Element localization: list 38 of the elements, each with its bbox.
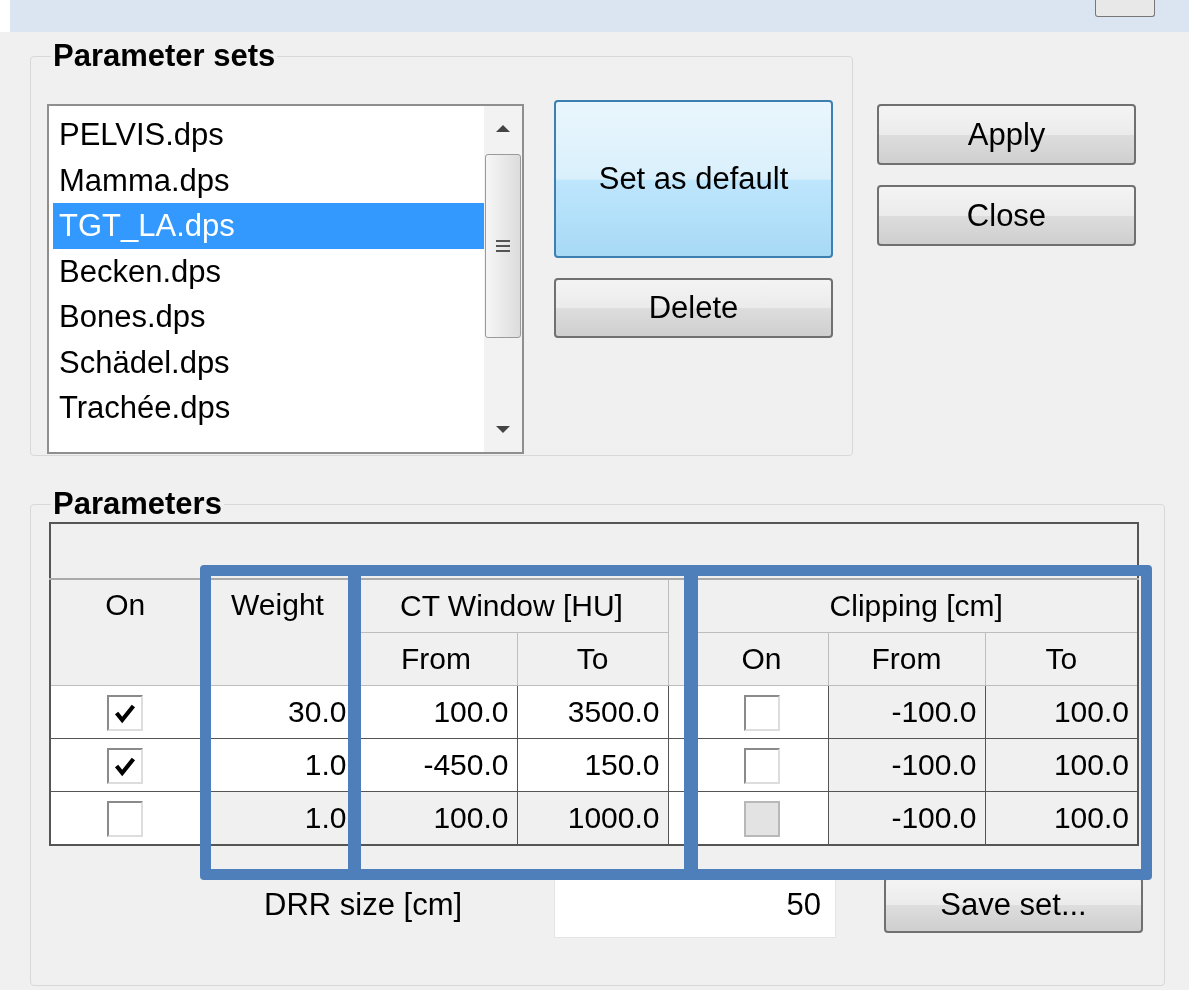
checkbox[interactable] <box>743 694 780 731</box>
apply-button[interactable]: Apply <box>877 104 1136 165</box>
checkbox[interactable] <box>107 747 144 784</box>
list-item[interactable]: Trachée.dps <box>53 385 484 431</box>
delete-button[interactable]: Delete <box>554 278 833 338</box>
column-header: To <box>985 632 1138 686</box>
column-header: To <box>517 632 668 686</box>
set-default-button[interactable]: Set as default <box>554 100 833 258</box>
list-item[interactable]: PELVIS.dps <box>53 112 484 158</box>
list-item[interactable]: Mamma.dps <box>53 157 484 203</box>
close-button[interactable]: Close <box>877 185 1136 246</box>
table-cell: 150.0 <box>517 738 668 792</box>
table-cell: 100.0 <box>985 791 1138 845</box>
table-cell: 100.0 <box>985 738 1138 792</box>
list-box[interactable]: PELVIS.dps Mamma.dps TGT_LA.dps Becken.dps Bones.dps Schädel.dps Trachée.dps <box>47 104 524 454</box>
column-header: On <box>50 579 200 686</box>
checkbox[interactable] <box>743 747 780 784</box>
checkbox[interactable] <box>107 694 144 731</box>
list-item[interactable]: Becken.dps <box>53 248 484 294</box>
table-cell: -100.0 <box>828 738 985 792</box>
group-title: Parameter sets <box>52 38 277 74</box>
table-cell: 1000.0 <box>517 791 668 845</box>
list-item[interactable]: Bones.dps <box>53 294 484 340</box>
table-cell: 100.0 <box>985 685 1138 739</box>
save-set-button[interactable]: Save set... <box>884 877 1143 933</box>
column-header: Clipping [cm] <box>695 579 1138 633</box>
column-header: On <box>695 632 828 686</box>
checkbox[interactable] <box>107 800 144 837</box>
field-label: DRR size [cm] <box>264 887 464 923</box>
table-cell: -100.0 <box>828 685 985 739</box>
table-cell: 3500.0 <box>517 685 668 739</box>
list-item[interactable]: Schädel.dps <box>53 339 484 385</box>
group-title: Parameters <box>52 486 223 522</box>
scroll-bar[interactable] <box>484 106 522 452</box>
grip-icon <box>495 239 511 253</box>
column-header: From <box>828 632 985 686</box>
table-cell: -100.0 <box>828 791 985 845</box>
title-bar-button[interactable] <box>1095 0 1155 17</box>
